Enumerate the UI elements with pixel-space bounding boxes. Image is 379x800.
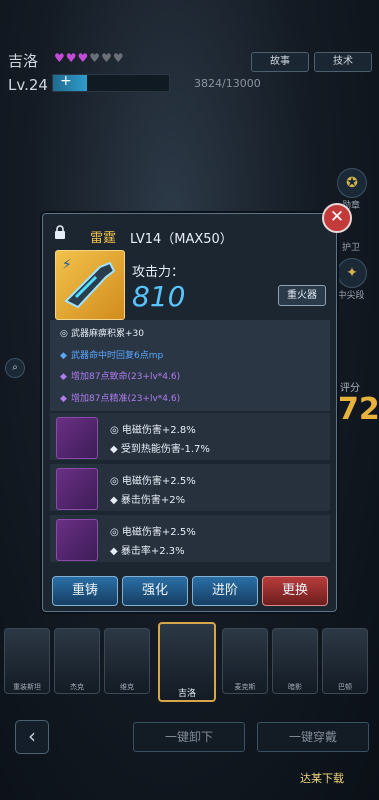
- player-name: 吉洛: [8, 52, 39, 70]
- side-label-core: 中尖段: [337, 291, 365, 301]
- character-name: 暗影: [288, 683, 302, 691]
- story-button[interactable]: 故事: [251, 52, 309, 72]
- side-label-guard: 护卫: [341, 243, 360, 253]
- reforge-button[interactable]: 重铸: [52, 576, 118, 606]
- character-name: 吉洛: [177, 689, 196, 699]
- affix-line-2: ◆ 受到热能伤害-1.7%: [110, 444, 210, 455]
- character-name: 杰克: [70, 683, 84, 691]
- affix-line-1: ◎ 电磁伤害+2.5%: [110, 476, 196, 487]
- close-button[interactable]: ✕: [322, 203, 352, 233]
- character-name: 麦克斯: [234, 683, 256, 691]
- heart-empty-icon: ♥: [112, 51, 125, 65]
- attribute-marker-icon: ◆: [60, 372, 67, 382]
- weapon-name: 雷霆: [90, 231, 117, 246]
- core-icon[interactable]: ✦: [337, 258, 367, 288]
- affix-emblem-icon: [56, 417, 98, 459]
- affix-row[interactable]: ◎ 电磁伤害+2.5% ◆ 暴击伤害+2%: [50, 464, 330, 511]
- attribute-text: 武器麻痹积累+30: [71, 329, 144, 339]
- attribute-list: ◎ 武器麻痹积累+30 ◆ 武器命中时回复6点mp ◆ 增加87点致命(23+lv*4…: [50, 320, 330, 411]
- attribute-row: ◆ 增加87点精准(23+lv*4.6): [60, 391, 180, 404]
- advance-button[interactable]: 进阶: [192, 576, 258, 606]
- xp-add-button[interactable]: +: [60, 73, 72, 89]
- score-value: 72: [338, 392, 379, 427]
- character-card[interactable]: 暗影: [272, 628, 318, 694]
- heart-empty-icon: ♥: [89, 51, 102, 65]
- weapon-icon: ⚡: [55, 250, 125, 320]
- character-name: 巴顿: [338, 683, 352, 691]
- character-card[interactable]: 重装斯坦: [4, 628, 50, 694]
- heart-filled-icon: ♥: [54, 51, 66, 65]
- character-roster: 重装斯坦 杰克 维克吉洛 麦克斯 暗影 巴顿: [0, 622, 379, 702]
- affix-line-2: ◆ 暴击率+2.3%: [110, 546, 185, 557]
- heart-filled-icon: ♥: [65, 51, 78, 65]
- skill-button[interactable]: 技术: [314, 52, 372, 72]
- character-card[interactable]: 巴顿: [322, 628, 368, 694]
- heart-filled-icon: ♥: [77, 51, 90, 65]
- affix-line-1: ◎ 电磁伤害+2.8%: [110, 425, 196, 436]
- attribute-marker-icon: ◎: [60, 329, 68, 339]
- gun-icon: ⚡: [62, 257, 116, 309]
- enhance-button[interactable]: 强化: [122, 576, 188, 606]
- character-name: 维克: [120, 683, 134, 691]
- medal-icon[interactable]: ✪: [337, 168, 367, 198]
- replace-button[interactable]: 更换: [262, 576, 328, 606]
- lock-icon[interactable]: [53, 225, 67, 239]
- weapon-type-badge: 重火器: [278, 285, 326, 306]
- search-icon[interactable]: ⌕: [5, 358, 25, 378]
- svg-text:⚡: ⚡: [62, 257, 72, 273]
- equip-all-button[interactable]: 一键穿戴: [257, 722, 369, 752]
- attribute-row: ◆ 增加87点致命(23+lv*4.6): [60, 369, 180, 382]
- attribute-text: 武器命中时回复6点mp: [71, 351, 164, 361]
- attack-value: 810: [132, 280, 186, 313]
- affix-emblem-icon: [56, 519, 98, 561]
- xp-text: 3824/13000: [194, 77, 261, 90]
- back-button[interactable]: ‹: [15, 720, 49, 754]
- attribute-marker-icon: ◆: [60, 351, 67, 361]
- attribute-text: 增加87点致命(23+lv*4.6): [71, 372, 181, 382]
- heart-empty-icon: ♥: [101, 51, 113, 65]
- affix-emblem-icon: [56, 468, 98, 510]
- character-card[interactable]: 维克: [104, 628, 150, 694]
- watermark-logo: 达某下载: [300, 772, 344, 785]
- player-level: Lv.24: [8, 76, 48, 94]
- attribute-marker-icon: ◆: [60, 394, 67, 404]
- affection-hearts: ♥♥♥♥♥♥: [54, 51, 125, 65]
- unequip-all-button[interactable]: 一键卸下: [133, 722, 245, 752]
- weapon-level: LV14（MAX50）: [130, 232, 233, 247]
- attack-label: 攻击力：: [132, 265, 185, 280]
- affix-row[interactable]: ◎ 电磁伤害+2.8% ◆ 受到热能伤害-1.7%: [50, 413, 330, 460]
- character-name: 重装斯坦: [13, 683, 41, 691]
- affix-row[interactable]: ◎ 电磁伤害+2.5% ◆ 暴击率+2.3%: [50, 515, 330, 562]
- character-card[interactable]: 麦克斯: [222, 628, 268, 694]
- character-card-selected[interactable]: 吉洛: [158, 622, 216, 702]
- attribute-row: ◎ 武器麻痹积累+30: [60, 326, 144, 339]
- attribute-text: 增加87点精准(23+lv*4.6): [71, 394, 181, 404]
- attribute-row: ◆ 武器命中时回复6点mp: [60, 348, 163, 361]
- affix-line-1: ◎ 电磁伤害+2.5%: [110, 527, 196, 538]
- affix-line-2: ◆ 暴击伤害+2%: [110, 495, 186, 506]
- character-card[interactable]: 杰克: [54, 628, 100, 694]
